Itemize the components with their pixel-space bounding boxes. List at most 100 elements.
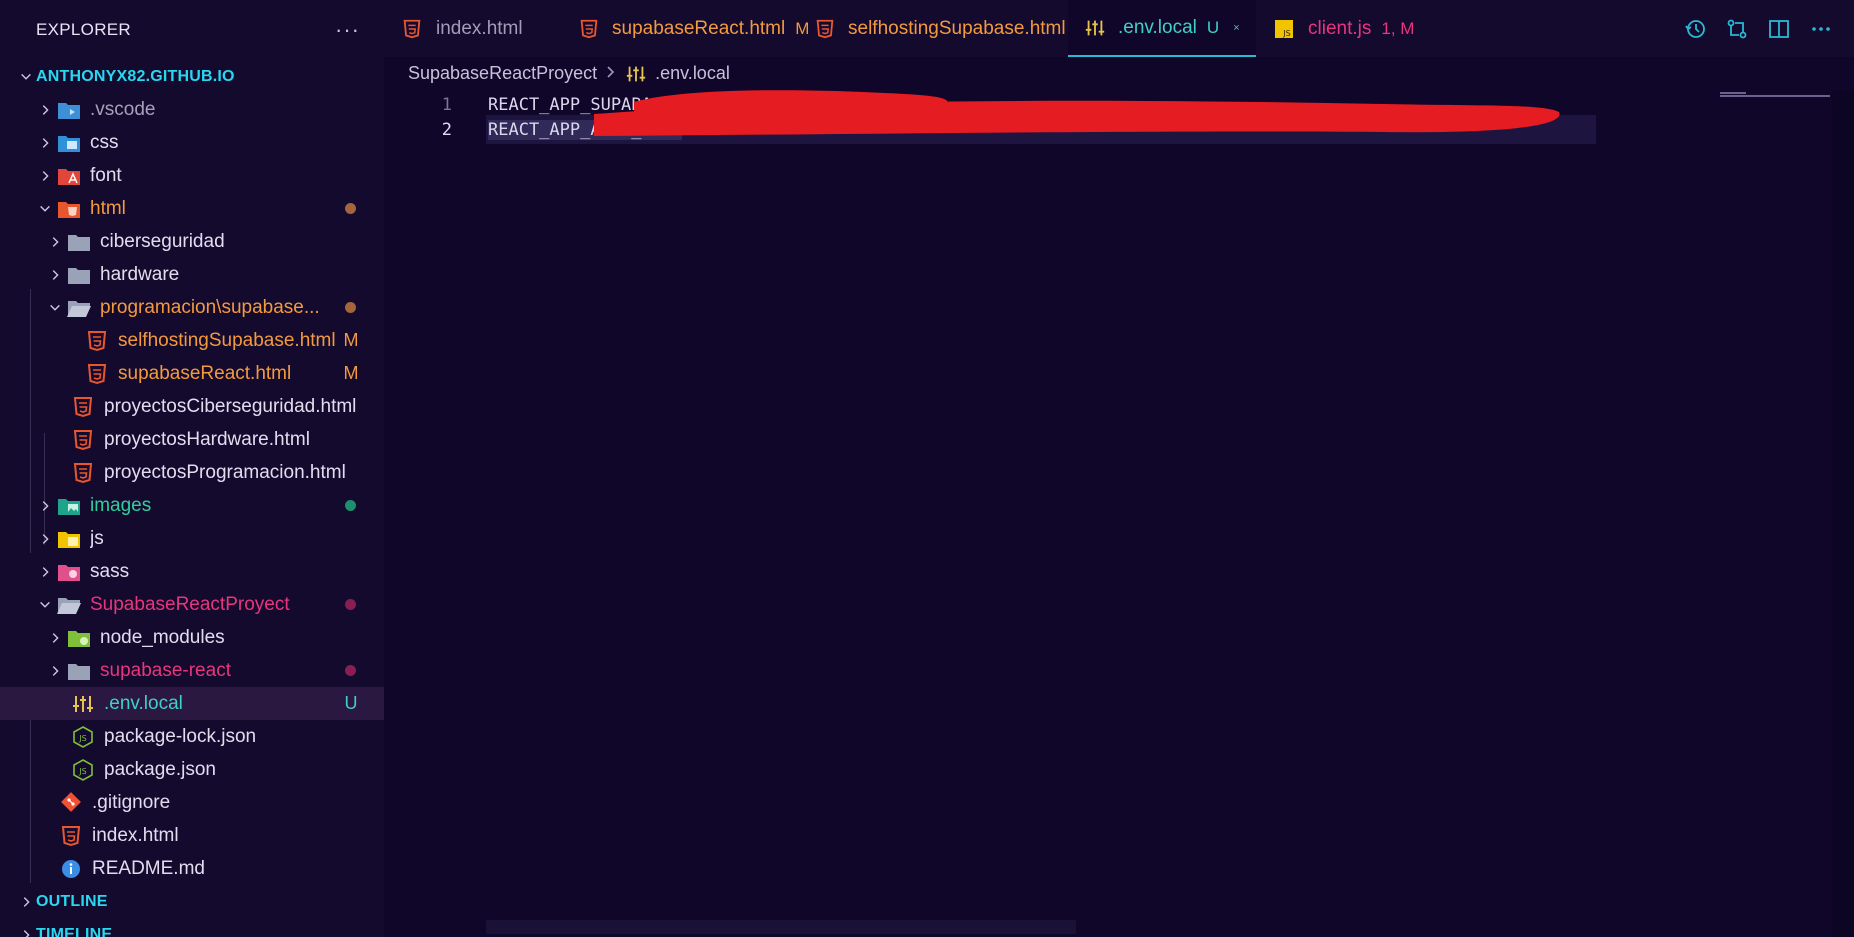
images-folder-icon (56, 495, 82, 517)
breadcrumb-file[interactable]: .env.local (655, 63, 730, 84)
timeline-section[interactable]: TIMELINE (0, 918, 384, 937)
tree-item-label: proyectosHardware.html (104, 428, 310, 450)
explorer-title: EXPLORER (36, 20, 131, 39)
history-icon[interactable] (1684, 18, 1706, 40)
line-number: 2 (441, 119, 452, 140)
tab-label: .env.local (1118, 16, 1197, 38)
html-folder-open-icon (56, 198, 82, 220)
folder-icon (66, 660, 92, 682)
html-file-icon (84, 330, 110, 352)
more-actions-icon[interactable] (1810, 18, 1832, 40)
breadcrumb-folder[interactable]: SupabaseReactProyect (408, 63, 597, 84)
css-folder-icon (56, 132, 82, 154)
modified-dot (345, 203, 356, 214)
tree-item-proyectoshardware[interactable]: proyectosHardware.html (0, 423, 384, 456)
modified-badge: M (343, 330, 359, 350)
tree-item-readme[interactable]: README.md (0, 852, 384, 885)
vertical-scrollbar[interactable] (1832, 90, 1854, 937)
minimap[interactable] (1720, 90, 1830, 110)
split-editor-icon[interactable] (1768, 18, 1790, 40)
tree-item-proyectosprogramacion[interactable]: proyectosProgramacion.html (0, 456, 384, 489)
tree-item-css[interactable]: css (0, 126, 384, 159)
editor-tab-bar: index.html supabaseReact.html M selfhost… (384, 0, 1854, 57)
tree-item-supabasereactproyect[interactable]: SupabaseReactProyect (0, 588, 384, 621)
outline-label: OUTLINE (36, 892, 108, 910)
settings-sliders-icon (70, 693, 96, 715)
info-icon (58, 858, 84, 880)
html-file-icon (58, 825, 84, 847)
folder-open-icon (56, 594, 82, 616)
tree-item-supabase-react[interactable]: supabase-react (0, 654, 384, 687)
tree-item-label: node_modules (100, 626, 225, 648)
error-dot (345, 599, 356, 610)
outline-section[interactable]: OUTLINE (0, 885, 384, 918)
tree-item-env-local[interactable]: .env.local U (0, 687, 384, 720)
tree-item-node-modules[interactable]: node_modules (0, 621, 384, 654)
settings-sliders-icon (1084, 17, 1106, 39)
horizontal-scrollbar[interactable] (486, 920, 1076, 934)
folder-icon (66, 264, 92, 286)
tab-supabasereact-html[interactable]: supabaseReact.html M (562, 0, 809, 57)
chevron-right-icon (44, 631, 66, 645)
tree-item-images[interactable]: images (0, 489, 384, 522)
tree-item-index-html[interactable]: index.html (0, 819, 384, 852)
code-text: REACT_APP_SUPABASE_URL (488, 94, 714, 115)
tab-label: supabaseReact.html (612, 17, 786, 39)
tree-item-label: supabase-react (100, 659, 231, 681)
html-file-icon (578, 18, 600, 40)
tab-index-html[interactable]: index.html (384, 0, 562, 57)
chevron-right-icon (34, 103, 56, 117)
tree-item-proyectosciberseguridad[interactable]: proyectosCiberseguridad.html (0, 390, 384, 423)
tree-item-js[interactable]: js (0, 522, 384, 555)
more-actions-icon[interactable]: ··· (335, 17, 360, 43)
tree-item-hardware[interactable]: hardware (0, 258, 384, 291)
error-badge: 1, M (1381, 18, 1415, 38)
breadcrumb: SupabaseReactProyect .env.local (384, 57, 1854, 90)
chevron-right-icon (44, 235, 66, 249)
tree-item-label: html (90, 197, 126, 219)
tab-actions (1684, 0, 1854, 57)
code-line[interactable]: 2 REACT_APP_ANON_KEY= (384, 115, 683, 144)
tab-label: index.html (436, 17, 523, 39)
tab-selfhostingsupabase-html[interactable]: selfhostingSupabase.html M (798, 0, 1090, 57)
tree-item-label: package.json (104, 758, 216, 780)
tree-item-vscode[interactable]: .vscode (0, 93, 384, 126)
tree-item-label: SupabaseReactProyect (90, 593, 290, 615)
chevron-right-icon (34, 169, 56, 183)
tree-item-gitignore[interactable]: .gitignore (0, 786, 384, 819)
chevron-right-icon (34, 565, 56, 579)
tree-item-sass[interactable]: sass (0, 555, 384, 588)
tree-item-label: font (90, 164, 122, 186)
explorer-header: EXPLORER ··· (0, 0, 384, 60)
tree-item-supabasereact[interactable]: supabaseReact.html M (0, 357, 384, 390)
workspace-root[interactable]: ANTHONYX82.GITHUB.IO (0, 60, 384, 93)
chevron-right-icon (34, 532, 56, 546)
tree-item-label: selfhostingSupabase.html (118, 329, 336, 351)
modified-dot (345, 302, 356, 313)
chevron-right-icon (0, 895, 36, 909)
untracked-dot (345, 500, 356, 511)
close-icon[interactable] (1233, 19, 1240, 37)
untracked-badge: U (344, 693, 358, 713)
folder-open-icon (66, 297, 92, 319)
tree-item-selfhostingsupabase[interactable]: selfhostingSupabase.html M (0, 324, 384, 357)
chevron-down-icon (34, 202, 56, 216)
tab-env-local[interactable]: .env.local U (1068, 0, 1256, 57)
tree-item-package-json[interactable]: JS package.json (0, 753, 384, 786)
tree-item-label: programacion\supabase... (100, 296, 320, 318)
tree-item-ciberseguridad[interactable]: ciberseguridad (0, 225, 384, 258)
tree-item-programacion[interactable]: programacion\supabase... (0, 291, 384, 324)
code-editor[interactable]: 1 REACT_APP_SUPABASE_URL 2 REACT_APP_ANO… (384, 90, 1854, 937)
compare-changes-icon[interactable] (1726, 18, 1748, 40)
tree-item-package-lock[interactable]: JS package-lock.json (0, 720, 384, 753)
tree-item-font[interactable]: font (0, 159, 384, 192)
tab-client-js[interactable]: JS client.js 1, M (1256, 0, 1434, 57)
tree-item-html[interactable]: html (0, 192, 384, 225)
node-json-icon: JS (70, 725, 96, 748)
sass-folder-icon (56, 561, 82, 583)
tree-item-label: .env.local (104, 692, 183, 714)
chevron-right-icon (34, 136, 56, 150)
code-text: REACT_APP_ANON_KEY= (488, 119, 683, 140)
tree-item-label: supabaseReact.html (118, 362, 292, 384)
html-file-icon (814, 18, 836, 40)
